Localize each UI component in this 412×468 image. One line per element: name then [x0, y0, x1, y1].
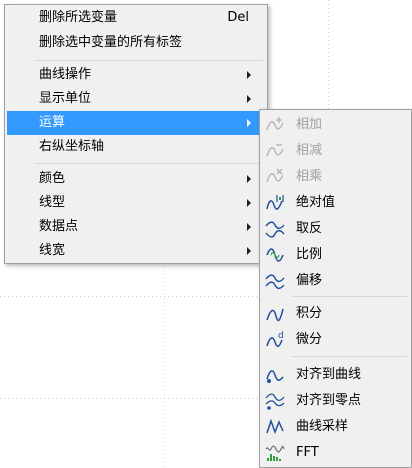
color-item[interactable]: 颜色	[7, 167, 265, 191]
menu-item-label: 数据点	[39, 219, 79, 234]
line-style-item[interactable]: 线型	[7, 191, 265, 215]
operations-submenu: 相加 相减 相乘 绝对值 取反 比例 偏移 积分 d 微分 对齐到曲线 对齐到零…	[259, 109, 412, 468]
submenu-arrow-icon	[247, 95, 251, 103]
submenu-arrow-icon	[247, 119, 251, 127]
offset-icon	[265, 274, 285, 290]
menu-separator	[35, 60, 263, 61]
menu-separator	[35, 163, 263, 164]
curve-sampling-item[interactable]: 曲线采样	[262, 415, 409, 439]
menu-item-label: 对齐到曲线	[296, 367, 362, 382]
menu-item-label: 积分	[296, 306, 323, 321]
invert-icon	[265, 221, 285, 238]
subtract-curve-icon	[266, 144, 284, 157]
scale-icon	[266, 248, 284, 262]
add-item[interactable]: 相加	[262, 113, 409, 137]
invert-item[interactable]: 取反	[262, 217, 409, 241]
menu-item-label: 曲线操作	[39, 67, 92, 82]
line-width-item[interactable]: 线宽	[7, 239, 265, 263]
multiply-curve-icon	[266, 168, 284, 183]
menu-item-label: 右纵坐标轴	[39, 139, 105, 154]
absolute-value-item[interactable]: 绝对值	[262, 191, 409, 215]
shortcut-label: Del	[227, 10, 249, 25]
integral-item[interactable]: 积分	[262, 302, 409, 326]
menu-item-label: 微分	[296, 332, 323, 347]
fft-icon	[265, 445, 285, 461]
menu-item-label: 相减	[296, 143, 323, 158]
svg-text:d: d	[278, 331, 284, 341]
menu-item-label: 相乘	[296, 169, 323, 184]
align-to-curve-icon	[266, 370, 284, 383]
delete-selected-variables-item[interactable]: 删除所选变量 Del	[7, 6, 265, 30]
menu-item-label: 运算	[39, 115, 66, 130]
context-menu: 删除所选变量 Del 删除选中变量的所有标签 曲线操作 显示单位 运算 右纵坐标…	[4, 4, 268, 264]
menu-item-label: 显示单位	[39, 91, 92, 106]
submenu-arrow-icon	[247, 223, 251, 231]
menu-item-label: 相加	[296, 117, 323, 132]
integral-icon	[266, 308, 284, 322]
menu-item-label: 线型	[39, 195, 66, 210]
curve-sampling-icon	[266, 418, 284, 435]
submenu-arrow-icon	[247, 71, 251, 79]
menu-item-label: FFT	[296, 445, 319, 460]
fft-item[interactable]: FFT	[262, 441, 409, 465]
scale-item[interactable]: 比例	[262, 243, 409, 267]
operations-item[interactable]: 运算	[7, 111, 265, 135]
menu-item-label: 偏移	[296, 273, 323, 288]
add-curve-icon	[266, 117, 284, 131]
align-to-curve-item[interactable]: 对齐到曲线	[262, 363, 409, 387]
menu-separator	[292, 356, 407, 357]
submenu-arrow-icon	[247, 175, 251, 183]
menu-item-label: 删除所选变量	[39, 10, 118, 25]
menu-item-label: 曲线采样	[296, 419, 349, 434]
display-units-item[interactable]: 显示单位	[7, 87, 265, 111]
align-to-zero-item[interactable]: 对齐到零点	[262, 389, 409, 413]
right-y-axis-item[interactable]: 右纵坐标轴	[7, 135, 265, 159]
menu-item-label: 线宽	[39, 243, 66, 258]
submenu-arrow-icon	[247, 199, 251, 207]
menu-item-label: 颜色	[39, 171, 66, 186]
data-points-item[interactable]: 数据点	[7, 215, 265, 239]
derivative-item[interactable]: d 微分	[262, 328, 409, 352]
subtract-item[interactable]: 相减	[262, 139, 409, 163]
menu-item-label: 绝对值	[296, 195, 336, 210]
offset-item[interactable]: 偏移	[262, 269, 409, 293]
delete-all-labels-item[interactable]: 删除选中变量的所有标签	[7, 31, 265, 55]
menu-item-label: 取反	[296, 221, 323, 236]
menu-item-label: 删除选中变量的所有标签	[39, 35, 183, 50]
multiply-item[interactable]: 相乘	[262, 165, 409, 189]
menu-separator	[292, 296, 407, 297]
submenu-arrow-icon	[247, 247, 251, 255]
derivative-icon: d	[266, 331, 284, 347]
align-to-zero-icon	[265, 393, 285, 410]
absolute-value-icon	[266, 195, 284, 210]
menu-item-label: 比例	[296, 247, 323, 262]
menu-item-label: 对齐到零点	[296, 393, 362, 408]
curve-operations-item[interactable]: 曲线操作	[7, 63, 265, 87]
